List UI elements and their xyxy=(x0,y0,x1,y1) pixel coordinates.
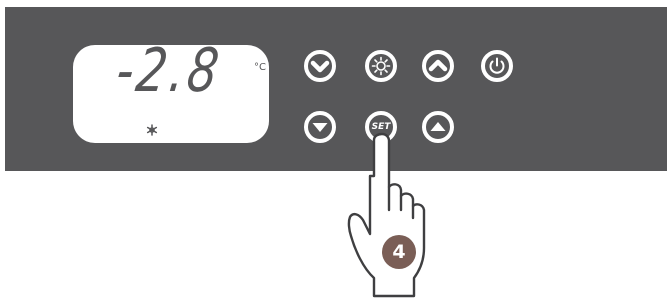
up-button[interactable] xyxy=(421,49,455,83)
pointing-hand-icon xyxy=(347,132,426,298)
power-icon xyxy=(481,50,513,82)
temperature-reading: -2.8 xyxy=(112,36,226,106)
snowflake-icon xyxy=(146,124,158,136)
chevron-up-icon xyxy=(422,50,454,82)
step-number-badge: 4 xyxy=(382,235,416,269)
chevron-down-icon xyxy=(304,50,336,82)
power-button[interactable] xyxy=(480,49,514,83)
sun-icon xyxy=(365,50,397,82)
down-button[interactable] xyxy=(303,49,337,83)
temperature-unit: °C xyxy=(254,62,266,73)
light-button[interactable] xyxy=(364,49,398,83)
